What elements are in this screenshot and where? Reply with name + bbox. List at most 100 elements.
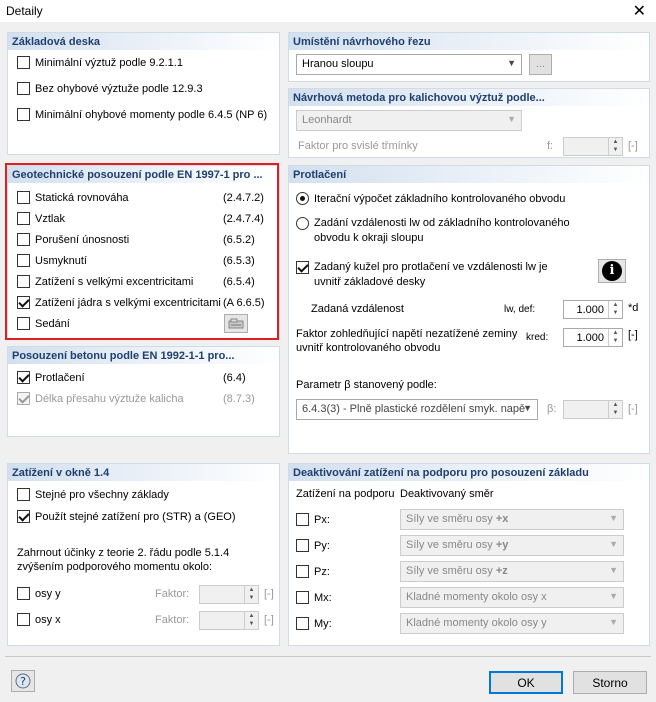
ok-button[interactable]: OK xyxy=(489,671,563,694)
factor-unit: [-] xyxy=(628,329,638,341)
checkbox-label: Bez ohybové výztuže podle 12.9.3 xyxy=(35,82,203,95)
combo-text: Síly ve směru osy xyxy=(406,539,496,551)
title-bar: Detaily ✕ xyxy=(0,0,656,22)
beta-value: 6.4.3(3) - Plně plastické rozdělení smyk… xyxy=(302,403,526,415)
checkbox[interactable] xyxy=(296,513,309,526)
checkbox-label: Porušení únosnosti xyxy=(35,233,130,246)
radio-button[interactable] xyxy=(296,217,309,230)
load-item-1[interactable]: Použít stejné zatížení pro (STR) a (GEO) xyxy=(17,510,236,523)
radio-label: Zadání vzdálenosti lw od základního kont… xyxy=(314,216,570,246)
base-plate-header: Základová deska xyxy=(8,33,279,50)
load-window-header: Zatížení v okně 1.4 xyxy=(8,464,279,481)
radio-distance[interactable]: Zadání vzdálenosti lw od základního kont… xyxy=(296,216,570,246)
checkbox-label: My: xyxy=(314,617,332,630)
base-plate-item-2[interactable]: Minimální ohybové momenty podle 6.4.5 (N… xyxy=(17,108,267,121)
deact-row-py[interactable]: Py: xyxy=(296,539,330,552)
punching-group: Protlačení Iterační výpočet základního k… xyxy=(288,165,650,454)
deact-combo-py: Síly ve směru osy +y ▼ xyxy=(400,535,624,556)
checkbox[interactable] xyxy=(17,587,30,600)
checkbox[interactable] xyxy=(17,212,30,225)
checkbox[interactable] xyxy=(17,108,30,121)
checkbox[interactable] xyxy=(296,617,309,630)
checkbox[interactable] xyxy=(17,56,30,69)
geotech-item-4[interactable]: Zatížení s velkými excentricitami xyxy=(17,275,193,288)
beta-combo[interactable]: 6.4.3(3) - Plně plastické rozdělení smyk… xyxy=(296,399,538,420)
checkbox[interactable] xyxy=(17,254,30,267)
radio-label: Iterační výpočet základního kontrolované… xyxy=(314,192,566,205)
checkbox[interactable] xyxy=(17,296,30,309)
section-combo[interactable]: Hranou sloupu ▼ xyxy=(296,54,522,75)
checkbox[interactable] xyxy=(17,510,30,523)
spinner-icon[interactable]: ▲ ▼ xyxy=(608,301,622,318)
checkbox[interactable] xyxy=(17,233,30,246)
checkbox[interactable] xyxy=(17,371,30,384)
checkbox xyxy=(17,392,30,405)
cone-checkbox-row[interactable]: Zadaný kužel pro protlačení ve vzdálenos… xyxy=(296,260,548,290)
deactivation-group: Deaktivování zatížení na podporu pro pos… xyxy=(288,463,650,646)
cone-label-line2: uvnitř základové desky xyxy=(314,276,426,288)
checkbox[interactable] xyxy=(296,539,309,552)
factor-symbol: kred: xyxy=(526,332,549,343)
factor-label-x: Faktor: xyxy=(155,614,190,626)
deact-row-pz[interactable]: Pz: xyxy=(296,565,330,578)
base-plate-item-0[interactable]: Minimální výztuž podle 9.2.1.1 xyxy=(17,56,183,69)
deact-row-my[interactable]: My: xyxy=(296,617,332,630)
combo-text: Síly ve směru osy xyxy=(406,565,496,577)
combo-axis: +z xyxy=(495,565,508,577)
axis-y-row[interactable]: osy y xyxy=(17,587,61,600)
geotech-item-1[interactable]: Vztlak xyxy=(17,212,65,225)
settlement-settings-button[interactable] xyxy=(224,314,248,333)
geotech-group: Geotechnické posouzení podle EN 1997-1 p… xyxy=(7,165,280,339)
checkbox-label: Pz: xyxy=(314,565,330,578)
cancel-button[interactable]: Storno xyxy=(573,671,647,694)
geotech-item-2[interactable]: Porušení únosnosti xyxy=(17,233,129,246)
geotech-item-5[interactable]: Zatížení jádra s velkými excentricitami xyxy=(17,296,221,309)
help-icon: ? xyxy=(15,673,31,689)
help-button[interactable]: ? xyxy=(11,670,35,692)
dist-label: Zadaná vzdálenost xyxy=(311,303,404,315)
checkbox[interactable] xyxy=(17,191,30,204)
checkbox-label: Minimální ohybové momenty podle 6.4.5 (N… xyxy=(35,108,268,121)
combo-axis: +x xyxy=(495,513,509,525)
dist-input[interactable]: 1.000 ▲ ▼ xyxy=(563,300,623,319)
concrete-item-0[interactable]: Protlačení xyxy=(17,371,85,384)
radio-button[interactable] xyxy=(296,192,309,205)
factor-value: 1.000 xyxy=(576,332,604,344)
checkbox[interactable] xyxy=(296,565,309,578)
checkbox[interactable] xyxy=(17,613,30,626)
factor-input[interactable]: 1.000 ▲ ▼ xyxy=(563,328,623,347)
checkbox[interactable] xyxy=(17,317,30,330)
factor-line1: Faktor zohledňující napětí nezatížené ze… xyxy=(296,328,518,340)
deact-row-px[interactable]: Px: xyxy=(296,513,330,526)
deact-combo-px: Síly ve směru osy +x ▼ xyxy=(400,509,624,530)
radio-iterative[interactable]: Iterační výpočet základního kontrolované… xyxy=(296,192,565,205)
load-window-group: Zatížení v okně 1.4 Stejné pro všechny z… xyxy=(7,463,280,646)
base-plate-item-1[interactable]: Bez ohybové výztuže podle 12.9.3 xyxy=(17,82,203,95)
checkbox-label: Zatížení jádra s velkými excentricitami xyxy=(35,296,221,309)
geotech-item-6[interactable]: Sedání xyxy=(17,317,70,330)
beta-label: Parametr β stanovený podle: xyxy=(296,379,437,391)
checkbox[interactable] xyxy=(17,488,30,501)
radio-label-line1: Zadání vzdálenosti lw od základního kont… xyxy=(314,217,570,229)
chevron-down-icon: ▼ xyxy=(507,58,516,68)
checkbox[interactable] xyxy=(296,591,309,604)
spinner-icon[interactable]: ▲ ▼ xyxy=(608,329,622,346)
factor-unit-x: [-] xyxy=(264,614,274,626)
axis-x-row[interactable]: osy x xyxy=(17,613,61,626)
method-group: Návrhová metoda pro kalichovou výztuž po… xyxy=(288,88,650,158)
geotech-item-0[interactable]: Statická rovnováha xyxy=(17,191,129,204)
second-order-note: Zahrnout účinky z teorie 2. řádu podle 5… xyxy=(17,547,230,573)
chevron-down-icon: ▼ xyxy=(609,539,618,549)
load-item-0[interactable]: Stejné pro všechny základy xyxy=(17,488,169,501)
checkbox[interactable] xyxy=(17,275,30,288)
deact-combo-my: Kladné momenty okolo osy y ▼ xyxy=(400,613,624,634)
geotech-item-3[interactable]: Usmyknutí xyxy=(17,254,87,267)
checkbox[interactable] xyxy=(296,261,309,274)
deact-row-mx[interactable]: Mx: xyxy=(296,591,332,604)
col-deactivated-dir: Deaktivovaný směr xyxy=(400,488,494,500)
close-icon[interactable]: ✕ xyxy=(633,1,646,21)
checkbox[interactable] xyxy=(17,82,30,95)
checkbox-label: Usmyknutí xyxy=(35,254,87,267)
info-button[interactable]: i xyxy=(598,259,626,283)
section-more-button[interactable]: ... xyxy=(529,54,552,75)
